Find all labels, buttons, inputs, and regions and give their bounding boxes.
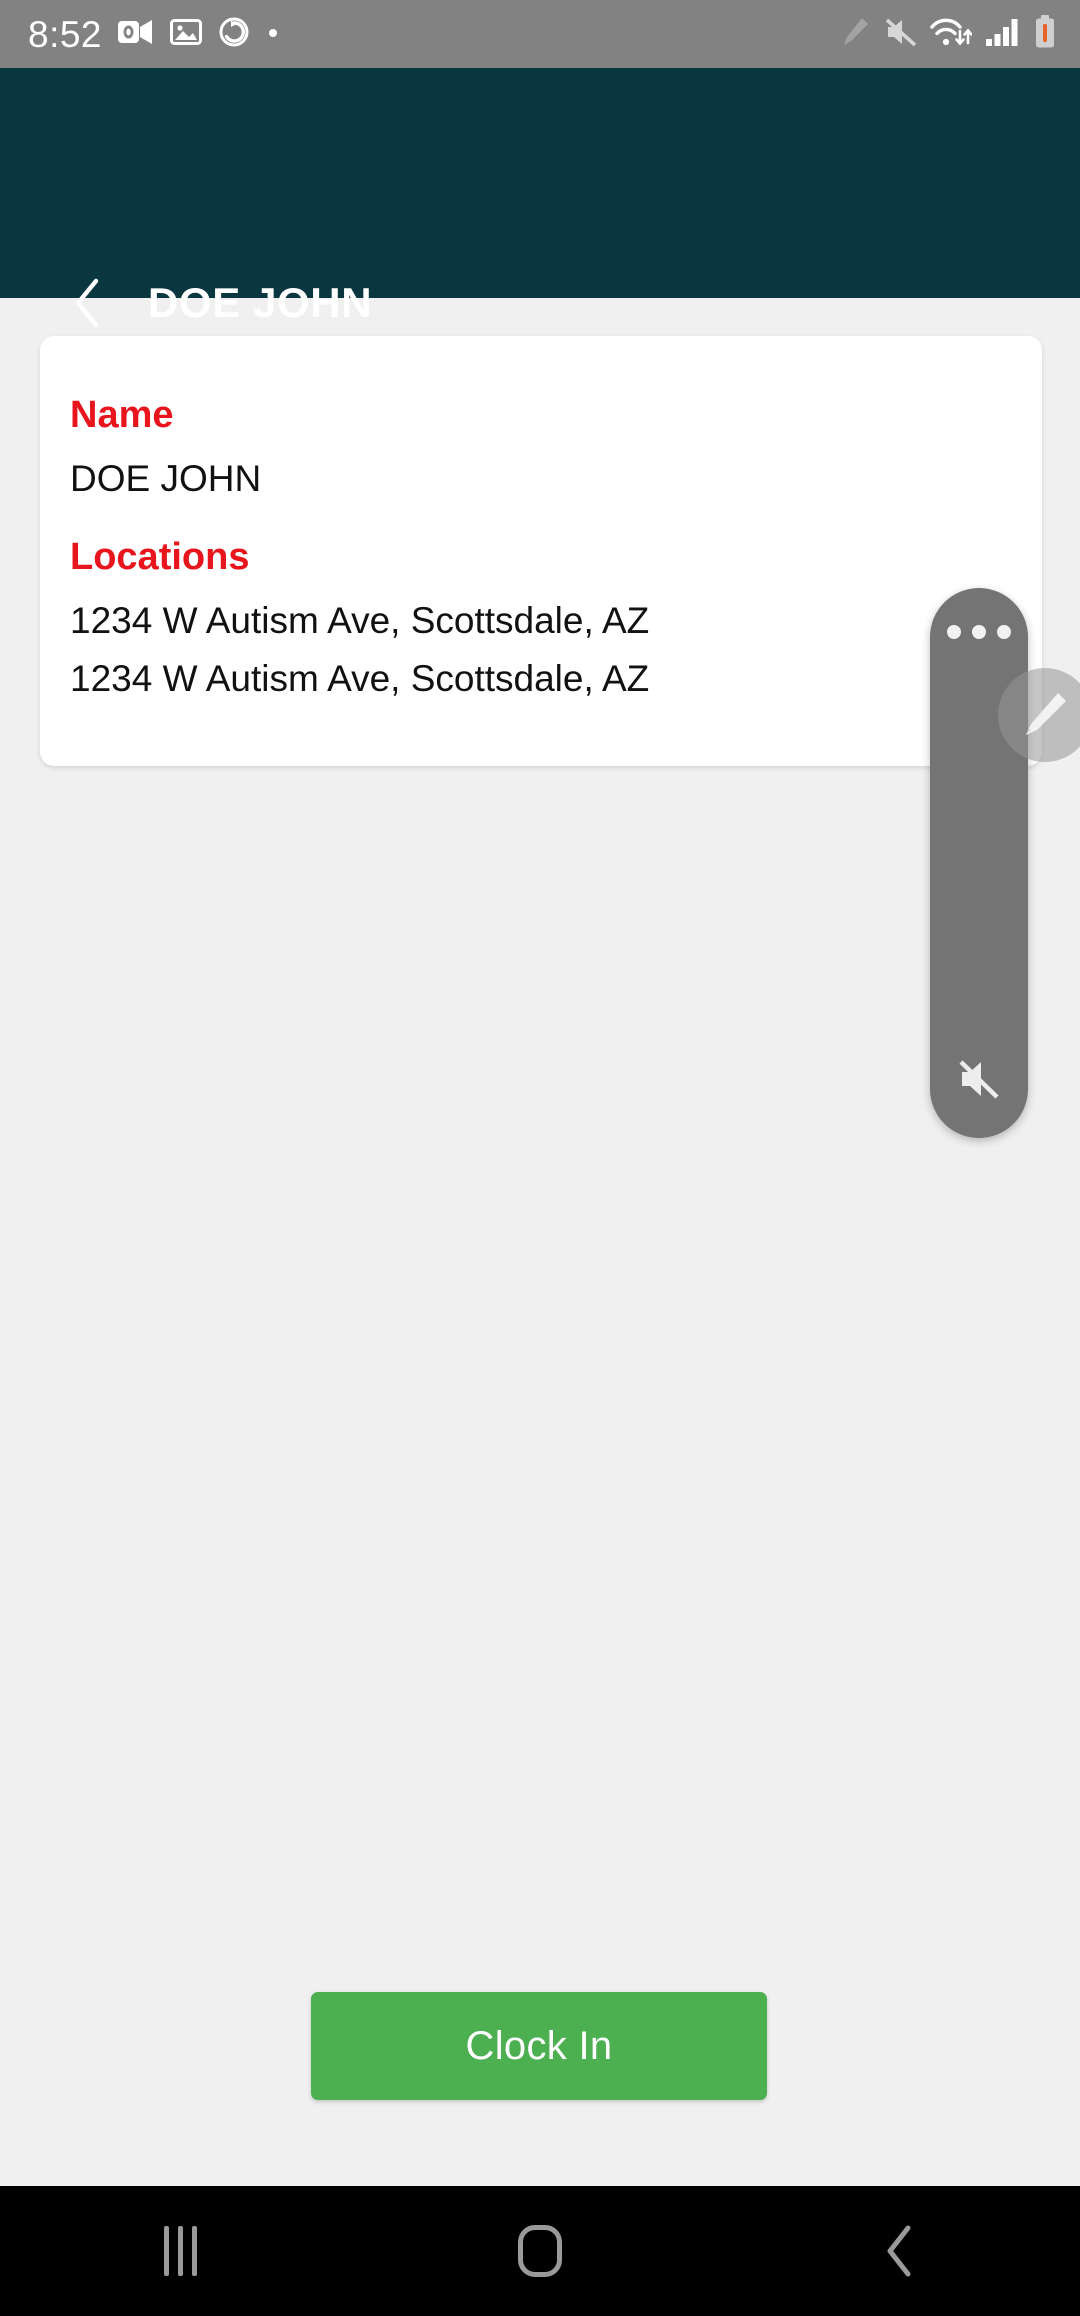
cellular-signal-icon bbox=[985, 16, 1021, 53]
recents-bars-icon bbox=[177, 2226, 183, 2276]
outlook-icon bbox=[118, 17, 154, 52]
recents-bars-icon bbox=[191, 2226, 197, 2276]
recents-bars-icon bbox=[163, 2226, 169, 2276]
status-bar: 8:52 bbox=[0, 0, 1080, 68]
locations-label: Locations bbox=[70, 535, 250, 578]
screen-recorder-overlay-panel[interactable] bbox=[930, 588, 1028, 1138]
dot-indicator-icon bbox=[266, 25, 280, 44]
back-button[interactable] bbox=[52, 264, 124, 342]
three-dots-handle-icon[interactable] bbox=[930, 620, 1028, 644]
battery-low-icon bbox=[1034, 14, 1056, 54]
employee-detail-card: Name DOE JOHN Locations 1234 W Autism Av… bbox=[40, 336, 1042, 766]
nav-recents-button[interactable] bbox=[0, 2186, 360, 2316]
home-square-icon bbox=[518, 2225, 562, 2277]
nav-back-button[interactable] bbox=[720, 2186, 1080, 2316]
gallery-image-icon bbox=[170, 17, 203, 52]
status-bar-right-group bbox=[840, 14, 1056, 54]
name-value: DOE JOHN bbox=[70, 458, 262, 499]
nav-home-button[interactable] bbox=[360, 2186, 720, 2316]
volume-muted-icon bbox=[883, 16, 917, 53]
handle-dot bbox=[997, 625, 1011, 639]
volume-muted-icon bbox=[959, 1060, 999, 1099]
field-locations: Locations 1234 W Autism Ave, Scottsdale,… bbox=[40, 538, 1042, 698]
location-value-1: 1234 W Autism Ave, Scottsdale, AZ bbox=[70, 599, 650, 641]
field-name: Name DOE JOHN bbox=[40, 396, 1042, 498]
phone-screen: 8:52 DOE JOHN Name DOE JOHN Locations 12… bbox=[0, 0, 1080, 2316]
handle-dot bbox=[947, 625, 961, 639]
location-value-2: 1234 W Autism Ave, Scottsdale, AZ bbox=[70, 658, 650, 700]
name-label: Name bbox=[70, 394, 174, 436]
page-title: DOE JOHN bbox=[148, 279, 373, 326]
stylus-pencil-icon bbox=[1026, 693, 1066, 735]
status-bar-left-group: 8:52 bbox=[28, 16, 280, 53]
app-bar: DOE JOHN bbox=[0, 68, 1080, 328]
recorder-mute-button[interactable] bbox=[930, 1044, 1028, 1114]
status-clock: 8:52 bbox=[28, 13, 103, 55]
wifi-transfer-icon bbox=[930, 16, 973, 53]
sync-rotate-icon bbox=[218, 16, 250, 53]
chevron-left-icon bbox=[887, 2225, 911, 2277]
clock-in-button[interactable]: Clock In bbox=[311, 1992, 767, 2100]
android-navigation-bar bbox=[0, 2186, 1080, 2316]
stylus-pencil-icon bbox=[840, 16, 870, 53]
chevron-left-icon bbox=[75, 278, 99, 328]
handle-dot bbox=[972, 625, 986, 639]
